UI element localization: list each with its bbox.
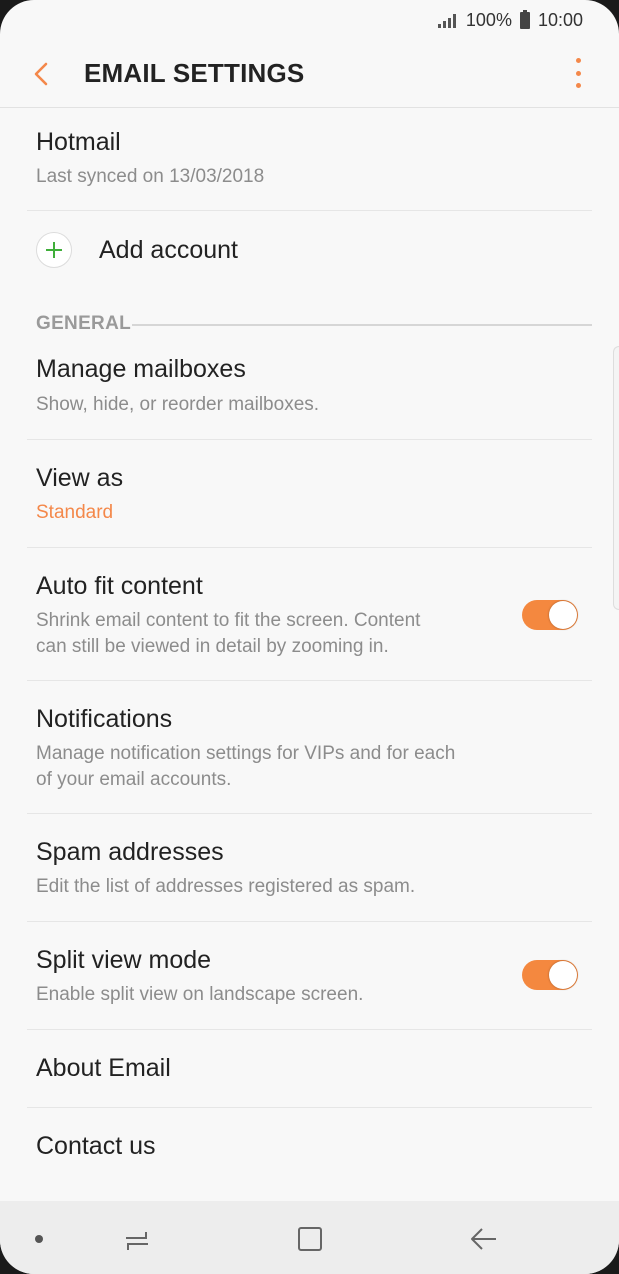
status-indicators: 100% 10:00 (437, 8, 583, 32)
notifications-title: Notifications (36, 705, 173, 733)
auto-fit-desc: Shrink email content to fit the screen. … (36, 610, 421, 657)
scrollbar[interactable] (613, 346, 619, 610)
notifications-desc: Manage notification settings for VIPs an… (36, 743, 456, 790)
view-as[interactable]: View as Standard (27, 440, 592, 548)
navigation-bar (0, 1201, 619, 1274)
toggle-knob (549, 601, 577, 629)
contact-us[interactable]: Contact us (27, 1108, 592, 1186)
back-button[interactable] (28, 54, 58, 94)
add-account-button[interactable]: Add account (27, 211, 592, 291)
spam-title: Spam addresses (36, 838, 224, 866)
signal-icon (437, 12, 456, 28)
toggle-knob (549, 961, 577, 989)
battery-percent: 100% (465, 9, 512, 30)
split-view-mode[interactable]: Split view mode Enable split view on lan… (27, 922, 592, 1030)
more-options-icon[interactable] (571, 58, 585, 88)
spam-addresses[interactable]: Spam addresses Edit the list of addresse… (27, 814, 592, 922)
section-label: GENERAL (36, 313, 131, 334)
spam-desc: Edit the list of addresses registered as… (36, 876, 416, 897)
auto-fit-content[interactable]: Auto fit content Shrink email content to… (27, 548, 592, 681)
view-as-title: View as (36, 464, 124, 492)
split-view-toggle[interactable] (522, 960, 578, 990)
auto-fit-toggle[interactable] (522, 600, 578, 630)
contact-us-title: Contact us (36, 1132, 156, 1160)
status-bar: 100% 10:00 (0, 0, 619, 40)
manage-mailboxes-desc: Show, hide, or reorder mailboxes. (36, 394, 320, 415)
clock: 10:00 (537, 9, 583, 30)
account-name: Hotmail (36, 128, 121, 156)
manage-mailboxes[interactable]: Manage mailboxes Show, hide, or reorder … (27, 347, 592, 440)
email-settings-screen: 100% 10:00 EMAIL SETTINGS Hotmail Last s… (0, 0, 619, 1274)
home-icon[interactable] (298, 1227, 322, 1251)
split-view-title: Split view mode (36, 946, 212, 974)
nav-back-icon[interactable] (468, 1225, 500, 1255)
view-as-value: Standard (36, 502, 114, 523)
back-arrow-icon (34, 62, 48, 86)
add-account-label: Add account (99, 236, 238, 264)
battery-icon (519, 9, 530, 29)
account-sync-status: Last synced on 13/03/2018 (36, 166, 265, 187)
notifications[interactable]: Notifications Manage notification settin… (27, 681, 592, 814)
account-hotmail[interactable]: Hotmail Last synced on 13/03/2018 (27, 108, 592, 211)
settings-list: Hotmail Last synced on 13/03/2018 Add ac… (0, 108, 619, 1186)
section-divider (132, 324, 592, 326)
about-email[interactable]: About Email (27, 1030, 592, 1108)
manage-mailboxes-title: Manage mailboxes (36, 355, 246, 383)
recents-icon[interactable] (122, 1227, 152, 1255)
section-header-general: GENERAL (27, 291, 592, 347)
split-view-desc: Enable split view on landscape screen. (36, 984, 364, 1005)
app-bar: EMAIL SETTINGS (0, 40, 619, 108)
about-email-title: About Email (36, 1054, 171, 1082)
auto-fit-title: Auto fit content (36, 572, 203, 600)
page-title: EMAIL SETTINGS (84, 58, 305, 88)
nav-dot-icon[interactable] (35, 1235, 43, 1243)
add-icon (36, 232, 72, 268)
